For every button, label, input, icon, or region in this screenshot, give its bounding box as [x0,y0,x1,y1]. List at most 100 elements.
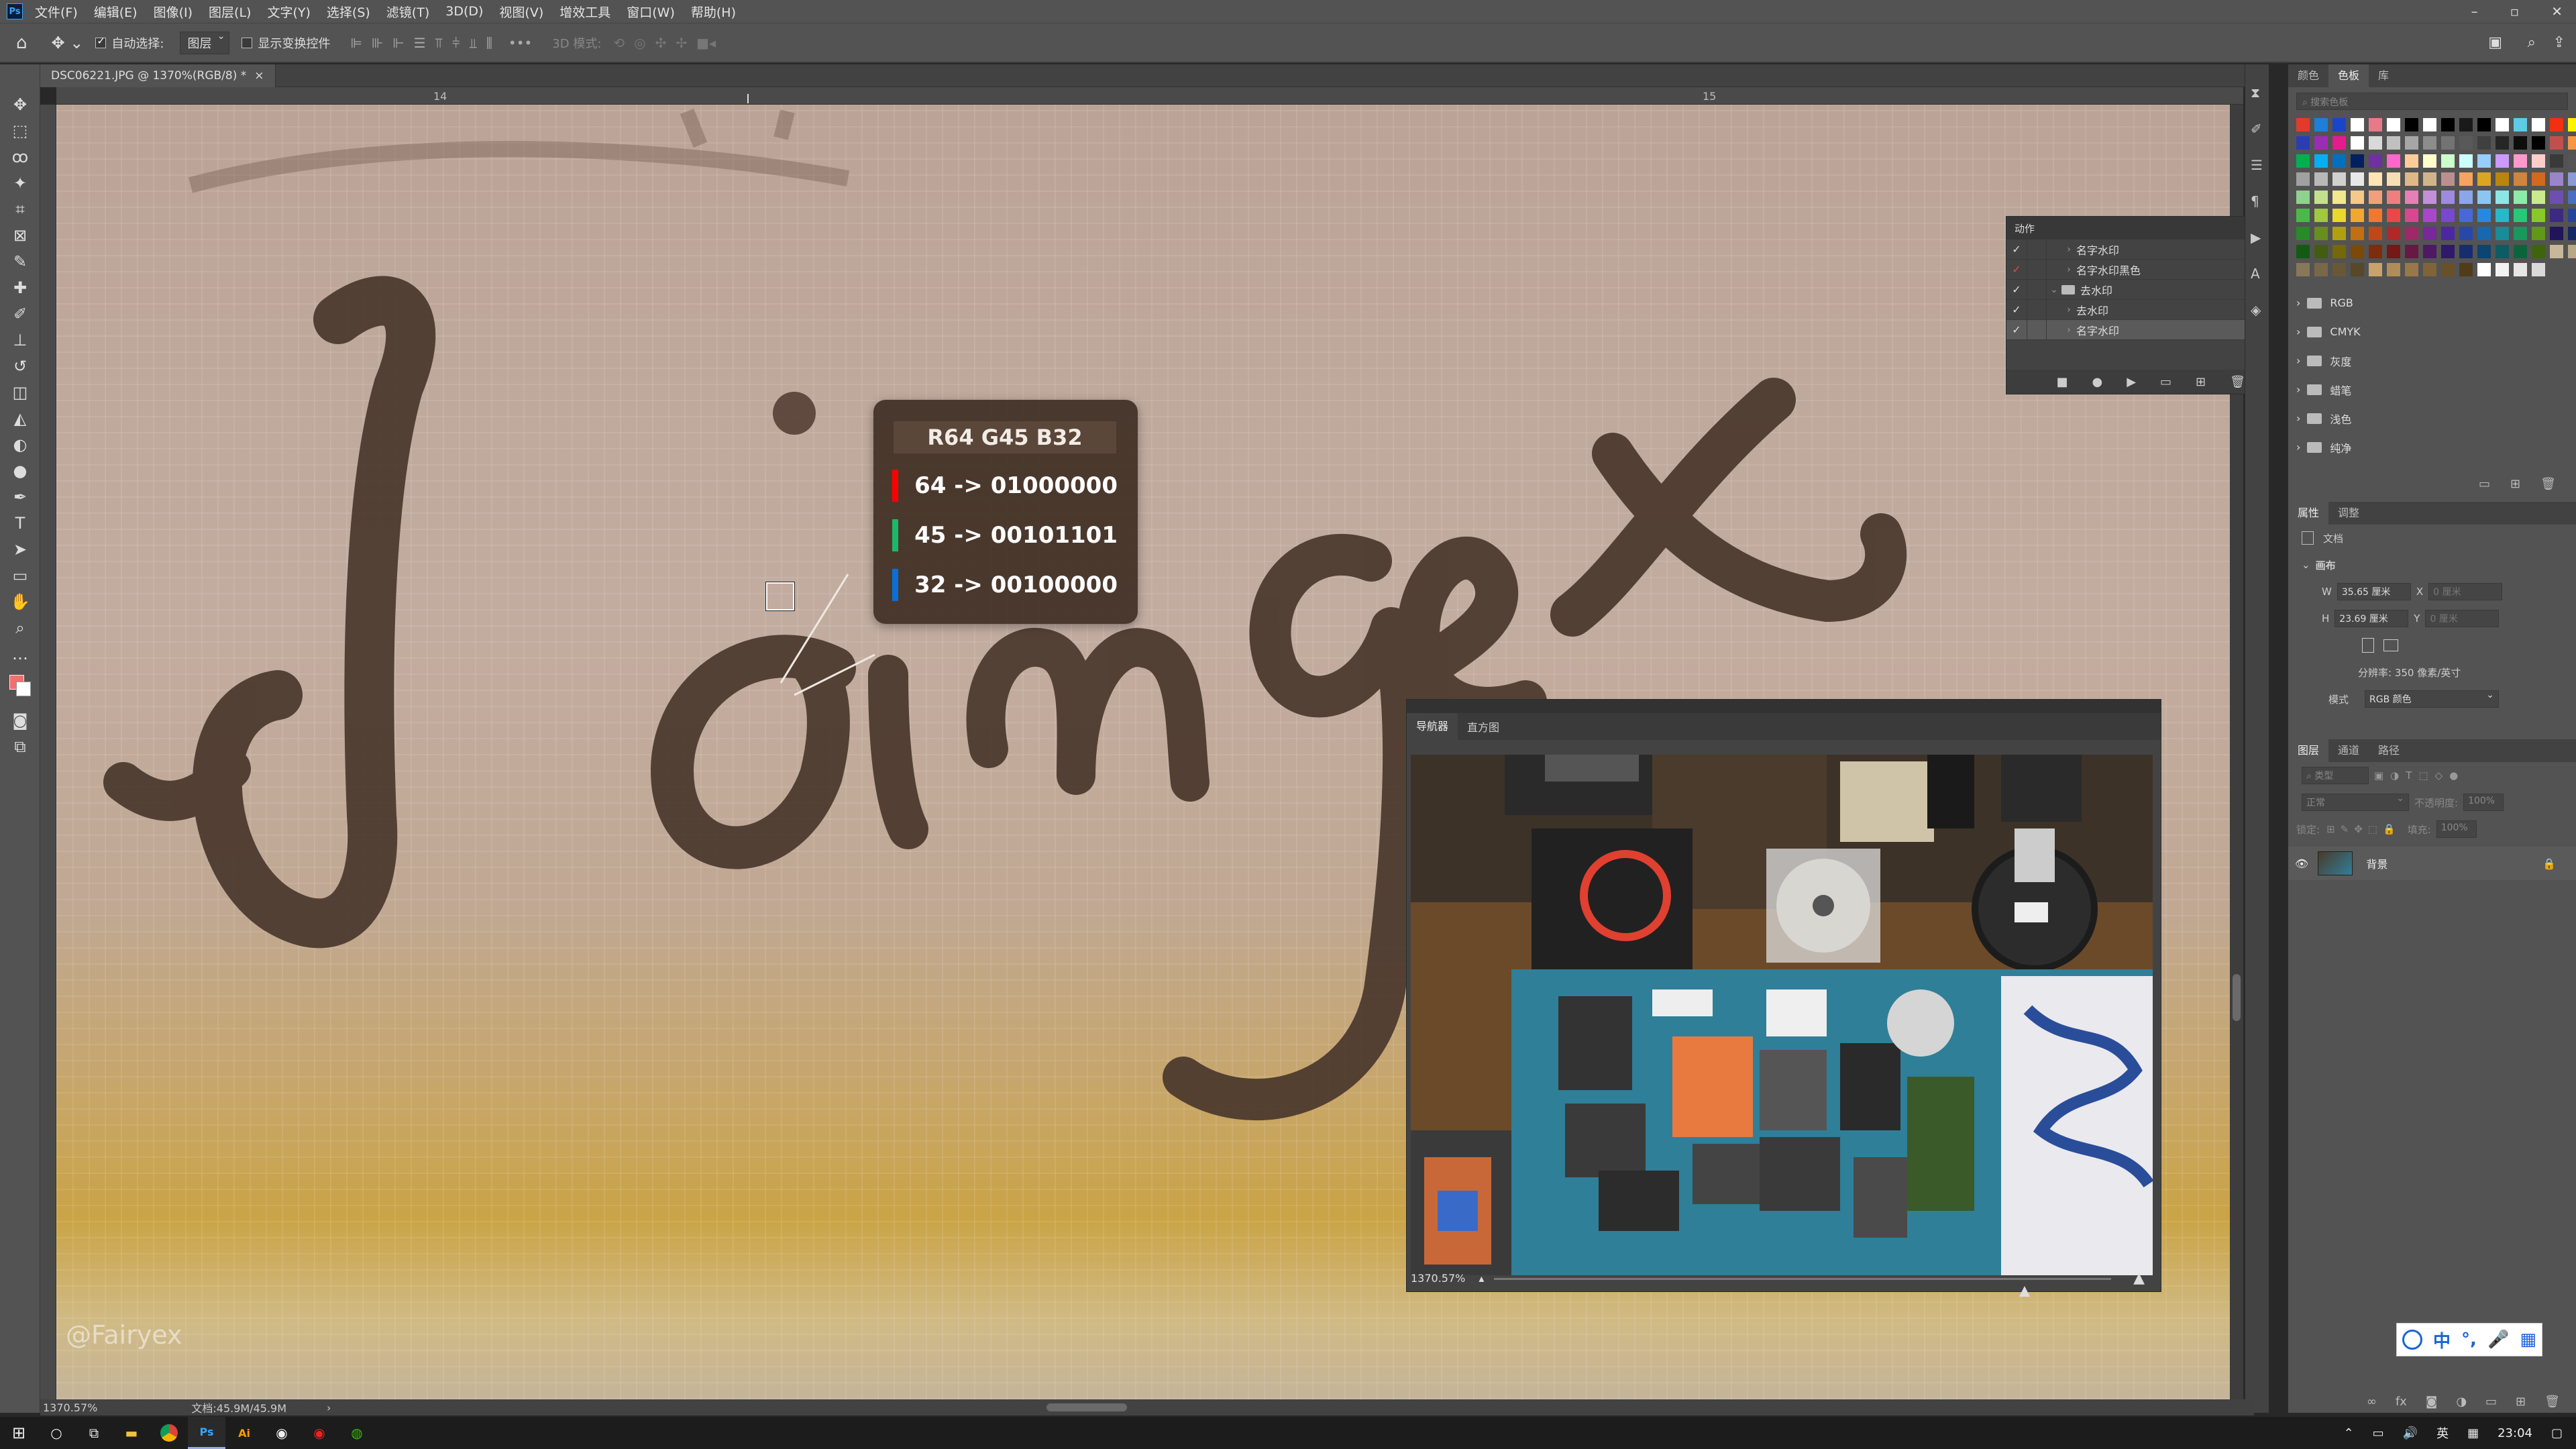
eyedropper-tool-icon[interactable]: ✎ [0,248,40,274]
menu-view[interactable]: 视图(V) [499,3,543,21]
search-icon[interactable]: ⌕ [2528,34,2536,51]
action-dialog-toggle[interactable] [2027,259,2047,280]
color-swatch[interactable] [2532,263,2545,276]
color-swatch[interactable] [2405,191,2418,204]
tab-layers[interactable]: 图层 [2288,739,2329,762]
color-swatch[interactable] [2441,245,2455,258]
menu-3d[interactable]: 3D(D) [445,4,483,19]
fx-icon[interactable]: fx [2396,1395,2407,1409]
filter-icons[interactable]: ▣◑T⬚◇● [2374,769,2465,782]
layer-name[interactable]: 背景 [2366,855,2387,871]
glyphs-icon[interactable]: A [2251,266,2269,282]
color-swatch[interactable] [2514,154,2527,168]
color-swatch[interactable] [2532,227,2545,240]
panel-titlebar[interactable] [1407,700,2161,713]
color-swatch[interactable] [2351,191,2364,204]
landscape-icon[interactable] [2383,639,2398,651]
color-swatch[interactable] [2314,118,2328,131]
color-swatch[interactable] [2550,154,2563,168]
lasso-tool-icon[interactable]: ꝏ [0,144,40,170]
collapse-icon[interactable]: ⌄ [2047,284,2061,295]
mask-icon[interactable]: ◙ [2426,1395,2437,1409]
menu-help[interactable]: 帮助(H) [691,3,736,21]
swatch-folder-light[interactable]: › 浅色 [2288,404,2576,433]
windows-icon[interactable]: ⊞ [0,1417,38,1449]
color-swatch[interactable] [2423,227,2436,240]
ime-chinese-mode[interactable]: 中 [2433,1328,2451,1352]
music-icon[interactable]: ◉ [263,1417,301,1449]
action-check-icon[interactable]: ✓ [2006,263,2027,276]
color-swatch[interactable] [2532,118,2545,131]
color-swatch[interactable] [2405,154,2418,168]
color-swatch[interactable] [2532,136,2545,150]
color-swatch[interactable] [2568,245,2576,258]
layer-thumbnail[interactable] [2318,851,2353,875]
color-swatch[interactable] [2532,191,2545,204]
network-icon[interactable]: ▭ [2373,1426,2384,1440]
new-action-icon[interactable]: ⊞ [2196,375,2206,389]
pan-3d-icon[interactable]: ✣ [655,35,667,51]
color-swatch[interactable] [2514,209,2527,222]
color-swatch[interactable] [2387,245,2400,258]
align-top-icon[interactable]: ⫪ [435,35,443,51]
swatch-folder-cmyk[interactable]: › CMYK [2288,317,2576,346]
swatch-folder-pastel[interactable]: › 蜡笔 [2288,375,2576,404]
expand-icon[interactable]: › [2061,305,2076,315]
color-swatch[interactable] [2332,118,2346,131]
chrome-icon[interactable] [150,1417,188,1449]
3d-icon[interactable]: ◈ [2251,302,2269,318]
distribute-h-icon[interactable]: ⫼ [486,35,492,51]
color-swatch[interactable] [2423,172,2436,186]
auto-select-checkbox[interactable] [95,35,107,48]
color-swatch[interactable] [2441,263,2455,276]
color-swatch[interactable] [2423,154,2436,168]
action-dialog-toggle[interactable] [2027,299,2047,320]
color-swatch[interactable] [2514,118,2527,131]
color-swatch[interactable] [2496,245,2509,258]
swatch-folder-pure[interactable]: › 纯净 [2288,433,2576,462]
color-swatch[interactable] [2369,227,2382,240]
new-layer-icon[interactable]: ⊞ [2516,1395,2526,1409]
color-swatch[interactable] [2568,191,2576,204]
mode-dropdown[interactable]: RGB 颜色 [2365,690,2500,708]
canvas-section-header[interactable]: ⌄ 画布 [2288,551,2576,578]
color-swatch[interactable] [2477,154,2491,168]
ime-punctuation-icon[interactable]: °, [2461,1330,2477,1350]
new-set-icon[interactable]: ▭ [2160,375,2171,389]
show-transform-checkbox[interactable] [241,37,253,48]
scroll-thumb[interactable] [2233,974,2241,1021]
delete-swatch-icon[interactable]: 🗑 [2540,477,2556,491]
color-swatch[interactable] [2496,136,2509,150]
notification-icon[interactable]: ▢ [2551,1426,2563,1440]
color-swatch[interactable] [2332,154,2346,168]
color-swatch[interactable] [2550,227,2563,240]
x-field[interactable]: 0 厘米 [2428,583,2503,600]
color-swatch[interactable] [2477,209,2491,222]
color-swatch[interactable] [2351,172,2364,186]
color-swatch[interactable] [2332,172,2346,186]
history-brush-tool-icon[interactable]: ↺ [0,353,40,379]
close-tab-icon[interactable]: × [254,69,264,83]
netease-icon[interactable]: ◉ [301,1417,338,1449]
menu-image[interactable]: 图像(I) [154,3,193,21]
action-check-icon[interactable]: ✓ [2006,323,2027,336]
color-swatch[interactable] [2332,227,2346,240]
color-swatch[interactable] [2296,172,2310,186]
layer-row[interactable]: 👁 背景 🔒 [2288,847,2576,880]
tab-paths[interactable]: 路径 [2369,739,2409,762]
color-swatch[interactable] [2387,154,2400,168]
eye-icon[interactable]: 👁 [2295,857,2308,870]
color-swatch[interactable] [2514,227,2527,240]
width-field[interactable]: 35.65 厘米 [2337,583,2411,600]
delete-layer-icon[interactable]: 🗑 [2544,1395,2560,1409]
color-swatch[interactable] [2351,227,2364,240]
color-swatch[interactable] [2459,136,2473,150]
color-swatch[interactable] [2477,245,2491,258]
color-swatch[interactable] [2405,136,2418,150]
blend-mode-dropdown[interactable]: 正常 [2302,793,2409,811]
roll-3d-icon[interactable]: ◎ [634,35,645,51]
color-swatch[interactable] [2568,209,2576,222]
color-swatch[interactable] [2314,172,2328,186]
color-swatch[interactable] [2514,136,2527,150]
color-swatch[interactable] [2532,154,2545,168]
